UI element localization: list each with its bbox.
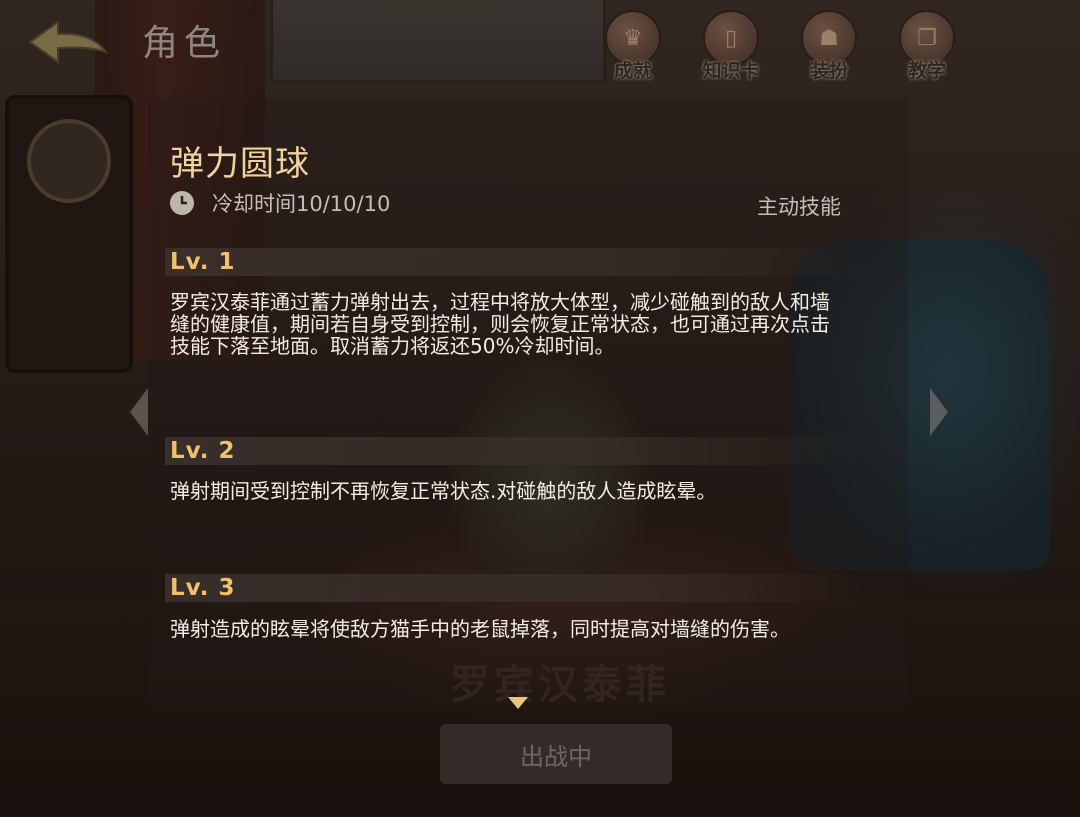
- clock-icon: [170, 191, 194, 215]
- next-arrow-icon[interactable]: [930, 388, 948, 436]
- level-header-bar: [165, 574, 865, 602]
- skill-type: 主动技能: [757, 195, 841, 219]
- scroll-down-icon[interactable]: [508, 697, 528, 709]
- character-name: 罗宾汉泰菲: [450, 662, 670, 708]
- skill-name: 弹力圆球: [170, 144, 310, 184]
- page-title: 角色: [142, 23, 227, 64]
- top-menu: ♛ 成就 ▯ 知识卡 ☗ 装扮 ❐ 教学: [603, 10, 957, 83]
- prev-arrow-icon[interactable]: [130, 388, 148, 436]
- level-3-label: Lv. 3: [170, 575, 236, 601]
- menu-label: 成就: [613, 60, 652, 82]
- level-header-bar: [165, 248, 865, 276]
- menu-outfit[interactable]: ☗ 装扮: [799, 10, 859, 83]
- level-1-description: 罗宾汉泰菲通过蓄力弹射出去，过程中将放大体型，减少碰触到的敌人和墙缝的健康值，期…: [170, 290, 830, 358]
- back-arrow-icon[interactable]: [26, 18, 109, 66]
- menu-label: 知识卡: [702, 60, 760, 82]
- menu-tutorial[interactable]: ❐ 教学: [897, 10, 957, 83]
- deploy-button[interactable]: 出战中: [440, 724, 672, 784]
- level-header-bar: [165, 437, 865, 465]
- menu-achievements[interactable]: ♛ 成就: [603, 10, 663, 83]
- level-2-label: Lv. 2: [170, 438, 236, 464]
- cooldown-text: 冷却时间10/10/10: [212, 192, 391, 216]
- level-3-description: 弹射造成的眩晕将使敌方猫手中的老鼠掉落，同时提高对墙缝的伤害。: [170, 617, 790, 641]
- menu-label: 装扮: [809, 60, 848, 82]
- level-1-label: Lv. 1: [170, 249, 236, 275]
- menu-label: 教学: [907, 60, 946, 82]
- menu-knowledge-cards[interactable]: ▯ 知识卡: [701, 10, 761, 83]
- level-2-description: 弹射期间受到控制不再恢复正常状态.对碰触的敌人造成眩晕。: [170, 479, 717, 503]
